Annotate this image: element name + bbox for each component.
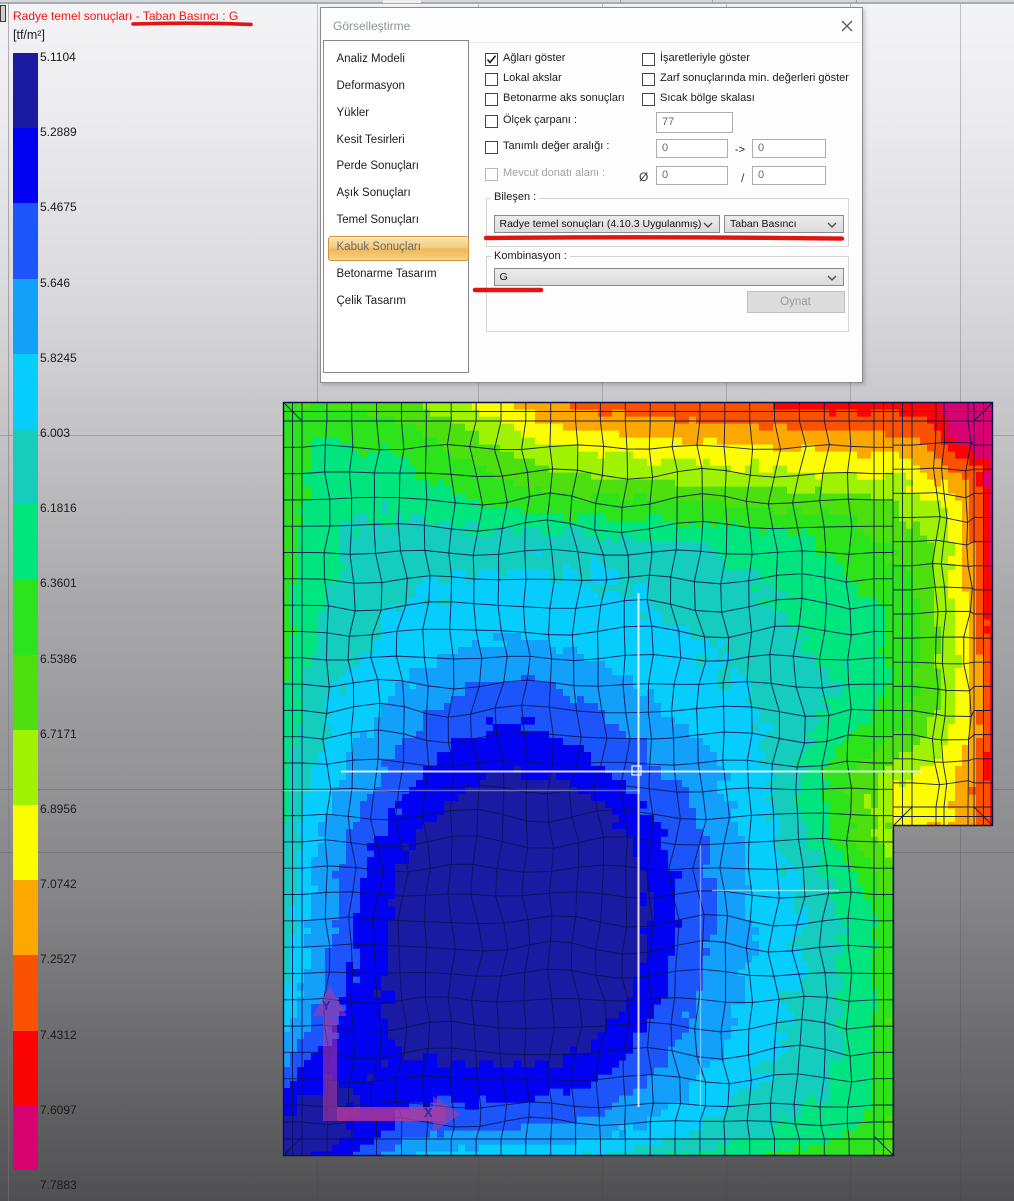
svg-text:Y: Y [322, 998, 331, 1013]
svg-text:X: X [424, 1105, 433, 1120]
